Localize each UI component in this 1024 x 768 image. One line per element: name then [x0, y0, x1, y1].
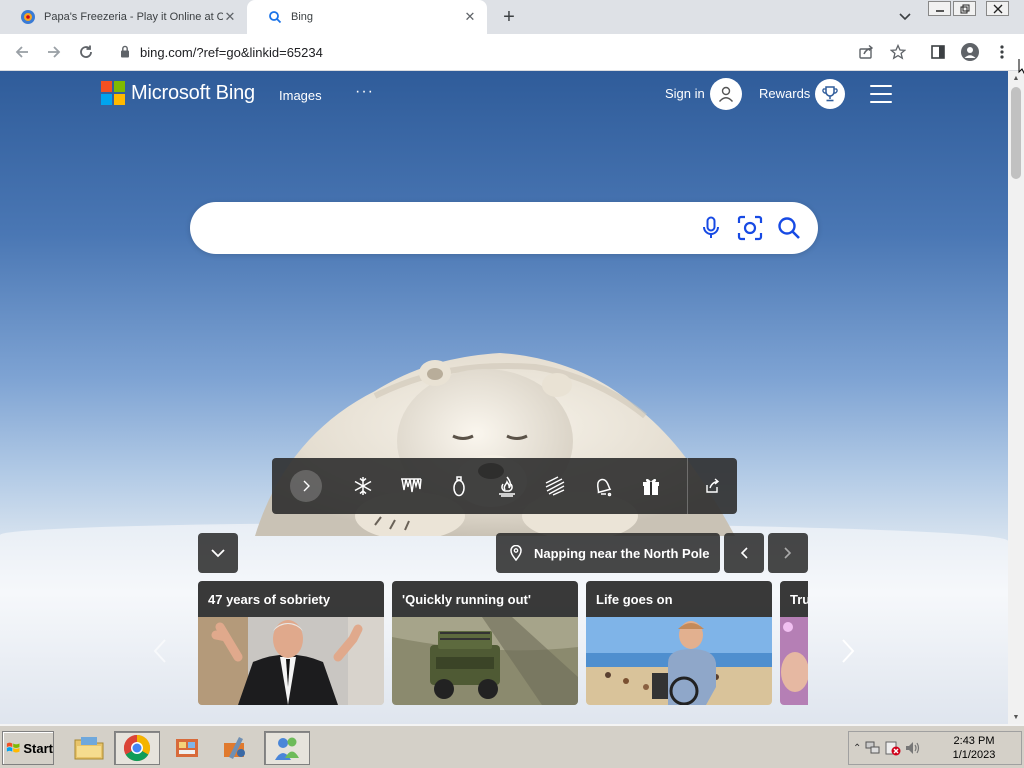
- tab-strip: Papa's Freezeria - Play it Online at C ✕…: [0, 0, 1024, 34]
- start-label: Start: [23, 740, 53, 756]
- taskbar: Start ⌃ 2:43 PM 1/1/2023: [0, 724, 1024, 768]
- papas-freezeria-favicon-icon: [20, 9, 36, 25]
- hamburger-menu-icon[interactable]: [870, 85, 892, 103]
- clock-date: 1/1/2023: [952, 749, 996, 761]
- profile-icon[interactable]: [960, 42, 980, 62]
- tab-papas-freezeria[interactable]: Papa's Freezeria - Play it Online at C ✕: [0, 0, 247, 34]
- chevron-right-icon[interactable]: [290, 470, 322, 502]
- location-pin-icon: [508, 545, 524, 561]
- scrollbar-thumb[interactable]: [1011, 87, 1021, 179]
- tab-close-icon[interactable]: ✕: [463, 9, 477, 24]
- mouse-cursor-icon: [1018, 58, 1024, 79]
- search-icon[interactable]: [775, 214, 803, 242]
- chrome-menu-icon[interactable]: [992, 42, 1012, 62]
- news-card-title: 47 years of sobriety: [198, 581, 384, 617]
- campfire-icon[interactable]: [491, 470, 523, 502]
- new-tab-button[interactable]: +: [498, 6, 520, 28]
- tab-search-chevron-icon[interactable]: [896, 8, 914, 26]
- nav-more-button[interactable]: ···: [355, 83, 374, 101]
- tab-title: Papa's Freezeria - Play it Online at C: [44, 11, 223, 23]
- search-box[interactable]: [190, 202, 818, 254]
- carousel-next-icon[interactable]: [836, 636, 860, 666]
- show-hidden-icons-icon[interactable]: ⌃: [853, 738, 861, 758]
- tab-bing[interactable]: Bing ✕: [247, 0, 487, 34]
- news-card-image: [198, 617, 384, 705]
- security-alert-icon[interactable]: [885, 738, 901, 758]
- user-avatar-icon[interactable]: [710, 78, 742, 110]
- sign-in-link[interactable]: Sign in: [665, 86, 705, 101]
- visual-search-icon[interactable]: [736, 214, 764, 242]
- control-panel-icon[interactable]: [164, 731, 210, 765]
- news-carousel: 47 years of sobriety 'Quickly running ou…: [198, 581, 808, 705]
- news-card[interactable]: 47 years of sobriety: [198, 581, 384, 705]
- back-arrow-icon[interactable]: [12, 42, 32, 62]
- location-label: Napping near the North Pole: [534, 545, 710, 561]
- chevron-right-icon: [784, 547, 792, 559]
- collapse-feed-button[interactable]: [198, 533, 238, 573]
- file-explorer-icon[interactable]: [66, 731, 112, 765]
- windows-logo-icon: [6, 742, 20, 753]
- news-card-title: Life goes on: [586, 581, 772, 617]
- address-bar[interactable]: bing.com/?ref=go&linkid=65234: [108, 38, 918, 67]
- news-card-title: Trur: [780, 581, 808, 617]
- rewards-link[interactable]: Rewards: [759, 86, 810, 101]
- nav-images-link[interactable]: Images: [279, 88, 322, 103]
- reload-icon[interactable]: [76, 42, 96, 62]
- scroll-down-icon[interactable]: ▼: [1008, 710, 1024, 724]
- news-card-title: 'Quickly running out': [392, 581, 578, 617]
- chevron-left-icon: [740, 547, 748, 559]
- microphone-icon[interactable]: [697, 214, 725, 242]
- users-app-icon[interactable]: [264, 731, 310, 765]
- ornament-icon[interactable]: [443, 470, 475, 502]
- news-card-image: [780, 617, 808, 705]
- microsoft-logo-icon: [101, 81, 125, 105]
- news-card-image: [392, 617, 578, 705]
- window-close-button[interactable]: [986, 1, 1009, 16]
- microsoft-bing-logo[interactable]: Microsoft Bing: [101, 81, 255, 105]
- tools-app-icon[interactable]: [212, 731, 258, 765]
- forward-arrow-icon[interactable]: [44, 42, 64, 62]
- url-text[interactable]: bing.com/?ref=go&linkid=65234: [140, 45, 323, 60]
- bell-icon[interactable]: [587, 470, 619, 502]
- carousel-prev-icon[interactable]: [148, 636, 172, 666]
- gift-icon[interactable]: [635, 470, 667, 502]
- icicles-icon[interactable]: [395, 470, 427, 502]
- bookmark-star-icon[interactable]: [888, 42, 908, 62]
- news-card-image: [586, 617, 772, 705]
- theme-icon-bar: [272, 458, 737, 514]
- news-card[interactable]: Life goes on: [586, 581, 772, 705]
- news-card[interactable]: Trur: [780, 581, 808, 705]
- chevron-down-icon: [211, 548, 225, 557]
- minimize-button[interactable]: [928, 1, 951, 16]
- browser-toolbar: bing.com/?ref=go&linkid=65234: [0, 34, 1024, 71]
- bing-homepage: Microsoft Bing Images ··· Sign in Reward…: [0, 71, 1008, 724]
- restore-button[interactable]: [953, 1, 976, 16]
- taskbar-clock[interactable]: 2:43 PM 1/1/2023: [948, 734, 1000, 762]
- network-icon[interactable]: [865, 738, 881, 758]
- rewards-trophy-icon[interactable]: [815, 79, 845, 109]
- tab-title: Bing: [291, 11, 314, 23]
- clock-time: 2:43 PM: [953, 735, 995, 747]
- previous-image-button[interactable]: [724, 533, 764, 573]
- next-image-button[interactable]: [768, 533, 808, 573]
- share-page-icon[interactable]: [856, 42, 876, 62]
- wind-icon[interactable]: [539, 470, 571, 502]
- tab-close-icon[interactable]: ✕: [223, 9, 237, 24]
- share-icon[interactable]: [696, 470, 728, 502]
- volume-icon[interactable]: [905, 738, 921, 758]
- chrome-taskbar-icon[interactable]: [114, 731, 160, 765]
- image-location-button[interactable]: Napping near the North Pole: [496, 533, 720, 573]
- icon-bar-divider: [687, 458, 688, 514]
- search-input[interactable]: [210, 216, 690, 240]
- page-scrollbar[interactable]: ▲ ▼: [1008, 71, 1024, 724]
- brand-name: Microsoft Bing: [131, 81, 255, 104]
- side-panel-icon[interactable]: [928, 42, 948, 62]
- news-card[interactable]: 'Quickly running out': [392, 581, 578, 705]
- search-favicon-icon: [267, 9, 283, 25]
- lock-icon[interactable]: [120, 45, 130, 61]
- snowflake-icon[interactable]: [347, 470, 379, 502]
- start-button[interactable]: Start: [2, 731, 54, 765]
